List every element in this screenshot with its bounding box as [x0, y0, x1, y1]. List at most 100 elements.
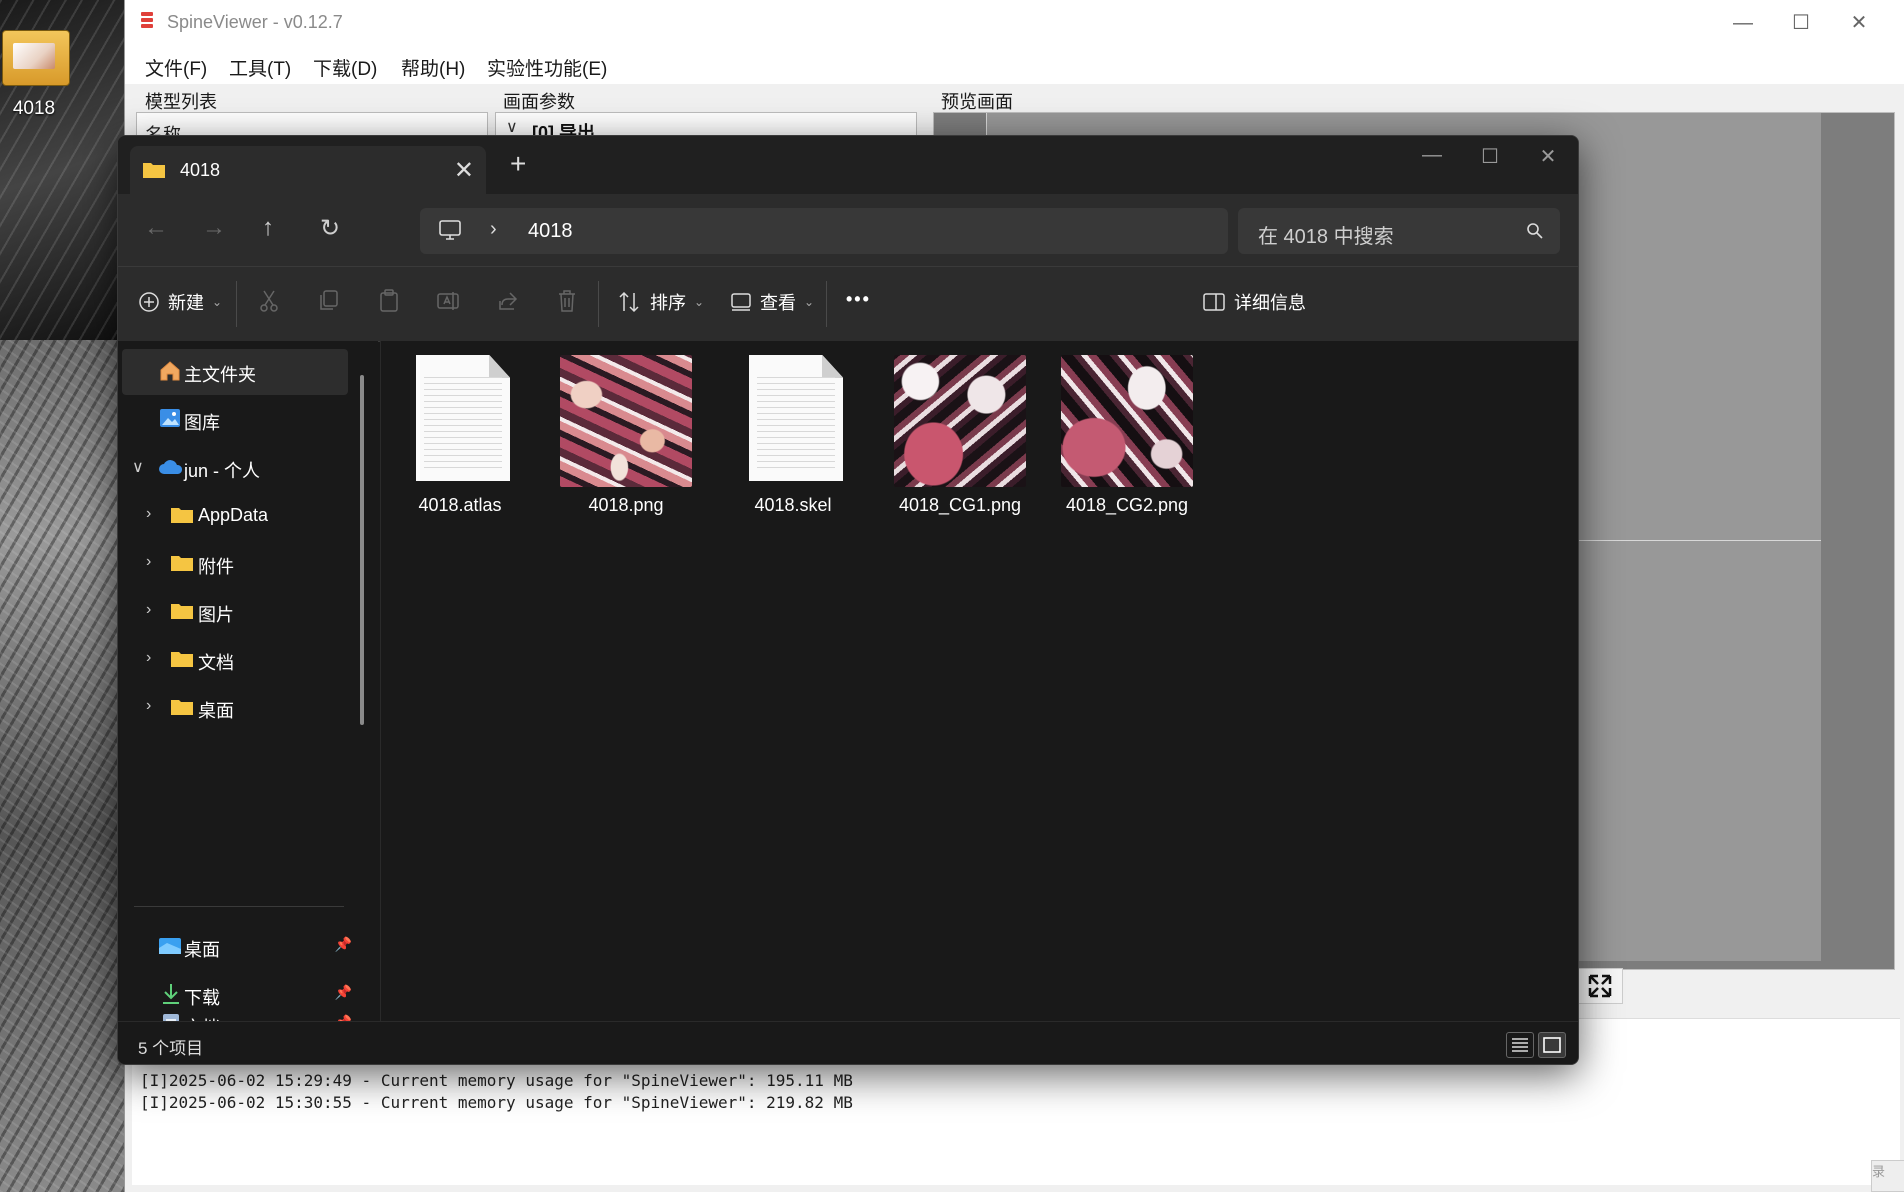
explorer-minimize-button[interactable]: — — [1402, 144, 1462, 174]
computer-icon[interactable] — [438, 219, 462, 241]
sidebar-item-documents-folder[interactable]: › 文档 — [122, 637, 348, 683]
chevron-right-icon[interactable]: › — [146, 553, 151, 571]
spineviewer-titlebar[interactable]: SpineViewer - v0.12.7 — ☐ ✕ — [125, 0, 1904, 46]
menu-experimental[interactable]: 实验性功能(E) — [487, 54, 607, 81]
rename-icon[interactable] — [436, 289, 460, 313]
explorer-close-button[interactable]: ✕ — [1518, 144, 1578, 174]
sidebar-scrollbar[interactable] — [360, 375, 364, 725]
up-button[interactable]: ↑ — [262, 214, 274, 242]
explorer-navbar: ← → ↑ ↻ › 4018 在 4018 中搜索 — [118, 194, 1578, 266]
navigation-pane: 主文件夹 图库 ∨ jun - 个人 › AppData › 附件 › 图片 ›… — [118, 341, 378, 1021]
back-button[interactable]: ← — [144, 214, 168, 242]
window-title: SpineViewer - v0.12.7 — [167, 12, 343, 32]
chevron-right-icon[interactable]: › — [146, 601, 151, 619]
new-button[interactable]: 新建 ⌄ — [138, 289, 222, 315]
maximize-button[interactable]: ☐ — [1771, 8, 1831, 38]
sidebar-item-appdata[interactable]: › AppData — [122, 493, 348, 539]
status-corner: 录 — [1871, 1160, 1904, 1192]
chevron-right-icon[interactable]: › — [146, 505, 151, 523]
paste-icon[interactable] — [378, 289, 400, 313]
sort-button[interactable]: 排序 ⌄ — [618, 289, 704, 315]
details-pane-icon — [1203, 293, 1225, 311]
cut-icon[interactable] — [258, 289, 280, 313]
home-icon — [160, 361, 180, 381]
file-name: 4018_CG2.png — [1065, 495, 1189, 515]
file-item[interactable]: 4018.png — [551, 355, 701, 516]
copy-icon[interactable] — [318, 289, 340, 313]
chevron-right-icon[interactable]: › — [146, 649, 151, 667]
address-bar[interactable]: › 4018 — [420, 208, 1228, 254]
delete-icon[interactable] — [556, 289, 578, 313]
command-bar: 新建 ⌄ 排序 ⌄ 查看 ⌄ ••• 详细信息 — [118, 266, 1578, 342]
fullscreen-button[interactable] — [1577, 968, 1623, 1004]
sidebar-item-home[interactable]: 主文件夹 — [122, 349, 348, 395]
sidebar-label: 文档 — [198, 653, 234, 673]
sidebar-label: 附件 — [198, 557, 234, 577]
breadcrumb-chevron-icon[interactable]: › — [490, 218, 497, 241]
explorer-tab[interactable]: 4018 ✕ — [130, 146, 486, 194]
sidebar-divider — [134, 906, 344, 907]
chevron-down-icon: ⌄ — [212, 295, 223, 309]
share-icon[interactable] — [496, 289, 520, 313]
pin-icon[interactable]: 📌 — [335, 936, 352, 953]
explorer-tabbar[interactable]: 4018 ✕ + — ☐ ✕ — [118, 136, 1578, 194]
file-list[interactable]: 4018.atlas 4018.png 4018.skel 4018_CG1.p… — [380, 341, 1578, 1021]
sidebar-label: AppData — [198, 505, 269, 525]
minimize-button[interactable]: — — [1713, 8, 1773, 38]
tab-title: 4018 — [180, 160, 221, 180]
pin-icon[interactable]: 📌 — [335, 984, 352, 1001]
model-list-label: 模型列表 — [145, 92, 217, 112]
sidebar-label: 桌面 — [198, 701, 234, 721]
chevron-down-icon[interactable]: ∨ — [506, 117, 518, 137]
gallery-icon — [160, 409, 180, 427]
search-input[interactable]: 在 4018 中搜索 — [1238, 208, 1560, 254]
details-view-icon[interactable] — [1506, 1032, 1534, 1058]
sidebar-item-desktop-folder[interactable]: › 桌面 — [122, 685, 348, 731]
folder-icon — [171, 604, 193, 619]
file-explorer-window: 4018 ✕ + — ☐ ✕ ← → ↑ ↻ › 4018 在 4018 中搜索 — [117, 135, 1579, 1065]
quick-access-desktop[interactable]: 桌面 📌 — [122, 924, 352, 970]
menu-tools[interactable]: 工具(T) — [229, 54, 291, 81]
refresh-button[interactable]: ↻ — [320, 214, 340, 243]
chevron-down-icon: ⌄ — [694, 295, 705, 309]
preview-label: 预览画面 — [941, 92, 1013, 112]
sidebar-label: 图库 — [184, 413, 220, 433]
file-item[interactable]: 4018_CG1.png — [885, 355, 1035, 516]
large-icons-view-icon[interactable] — [1538, 1032, 1566, 1058]
breadcrumb-current[interactable]: 4018 — [528, 220, 573, 243]
file-name: 4018.skel — [754, 495, 832, 515]
forward-button[interactable]: → — [202, 214, 226, 242]
file-item[interactable]: 4018.skel — [718, 355, 868, 516]
view-button[interactable]: 查看 ⌄ — [730, 289, 814, 315]
sidebar-item-gallery[interactable]: 图库 — [122, 397, 348, 443]
sidebar-item-onedrive[interactable]: ∨ jun - 个人 — [122, 445, 348, 491]
new-tab-button[interactable]: + — [510, 148, 526, 180]
folder-icon — [171, 652, 193, 667]
menu-file[interactable]: 文件(F) — [145, 54, 207, 81]
file-item[interactable]: 4018_CG2.png — [1052, 355, 1202, 516]
explorer-maximize-button[interactable]: ☐ — [1460, 144, 1520, 174]
file-name: 4018.atlas — [418, 495, 502, 515]
tab-close-icon[interactable]: ✕ — [454, 156, 474, 185]
image-thumbnail — [894, 355, 1026, 487]
spineviewer-app-icon — [141, 12, 153, 34]
menu-help[interactable]: 帮助(H) — [401, 54, 465, 81]
sidebar-item-pictures-folder[interactable]: › 图片 — [122, 589, 348, 635]
chevron-right-icon[interactable]: › — [146, 697, 151, 715]
close-button[interactable]: ✕ — [1829, 8, 1889, 38]
file-item[interactable]: 4018.atlas — [385, 355, 535, 516]
command-separator — [826, 281, 827, 327]
desktop-folder-label[interactable]: 4018 — [4, 98, 64, 120]
image-thumbnail — [560, 355, 692, 487]
search-placeholder[interactable]: 在 4018 中搜索 — [1258, 220, 1394, 249]
desktop-folder-icon[interactable] — [2, 30, 70, 86]
chevron-down-icon: ⌄ — [804, 295, 815, 309]
folder-icon — [171, 556, 193, 571]
menu-download[interactable]: 下载(D) — [313, 54, 377, 81]
chevron-down-icon[interactable]: ∨ — [132, 457, 144, 477]
sidebar-item-attachments[interactable]: › 附件 — [122, 541, 348, 587]
sort-button-label: 排序 — [650, 293, 686, 313]
more-options-icon[interactable]: ••• — [846, 289, 871, 310]
details-pane-button[interactable]: 详细信息 — [1202, 289, 1306, 315]
search-icon[interactable] — [1526, 222, 1544, 240]
